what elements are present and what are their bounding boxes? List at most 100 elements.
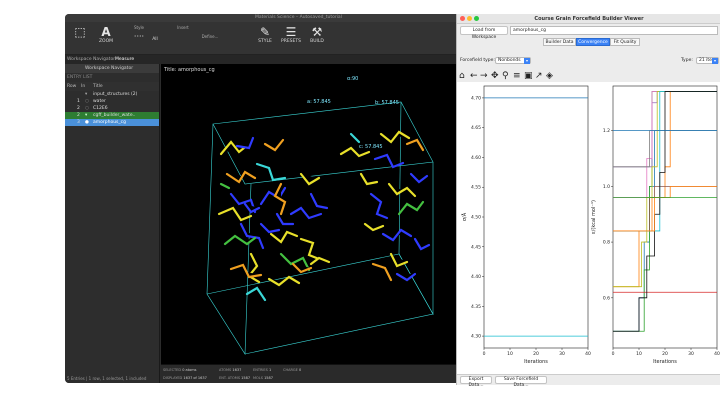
ent-atoms-value: 1587 — [241, 376, 251, 380]
expand-icon: ▾ — [85, 92, 88, 97]
maestro-titlebar: Materials Science – Autosaved_tutorial — [65, 14, 457, 22]
save-figure-icon[interactable]: ▣ — [524, 70, 533, 82]
include-icon[interactable]: ○ — [85, 105, 89, 112]
list-item[interactable]: 2 ○ C12E6 — [65, 105, 159, 112]
maestro-tab-bar: Workspace Navigator Measure — [65, 55, 457, 64]
maestro-title: Materials Science – Autosaved_tutorial — [255, 15, 342, 20]
include-icon[interactable]: ○ — [85, 98, 89, 105]
list-item[interactable]: ▾ input_structures (2) — [65, 91, 159, 98]
x-tick-label: 0 — [612, 351, 615, 357]
viewer-tab-bar: Builder Data Convergence Fit Quality — [457, 38, 720, 47]
cell-box-left — [206, 123, 252, 355]
export-data-button[interactable]: Export Data... — [460, 376, 492, 388]
atoms-label: All — [152, 37, 158, 42]
charge-label: CHARGE — [283, 368, 298, 372]
x-axis-label: Iterations — [524, 359, 548, 365]
tab-measure[interactable]: Measure — [115, 55, 134, 64]
col-title[interactable]: Title — [93, 82, 103, 91]
x-tick-label: 40 — [585, 351, 591, 357]
entry-title: water — [93, 99, 106, 104]
load-row: Load from Workspace amorphous_cg — [457, 25, 720, 40]
selected-label: SELECTED — [163, 368, 182, 372]
zoom-icon[interactable]: ⚲ — [502, 70, 509, 82]
workspace-status-bar: SELECTED 0 atoms DISPLAYED 1637 of 1637 … — [161, 364, 457, 382]
forward-icon[interactable]: → — [480, 70, 488, 82]
tab-workspace-navigator[interactable]: Workspace Navigator — [67, 55, 115, 64]
y-tick-label: 4.65 — [471, 125, 481, 131]
navigator-status: 5 Entries | 1 row, 1 selected, 1 include… — [67, 376, 147, 381]
charge-stat: CHARGE 0 — [283, 368, 301, 372]
ent-atoms-stat: ENT. ATOMS 1587 — [219, 376, 250, 380]
zoom-text-icon: A — [101, 25, 111, 39]
forcefield-type-value: Nonbonds — [498, 58, 521, 63]
entry-row: 2 — [77, 106, 80, 111]
viewer-bottom-bar: Export Data... Save Forcefield Data... — [457, 374, 720, 388]
forcefield-type-label: Forcefield type: — [460, 58, 495, 63]
maestro-window: Materials Science – Autosaved_tutorial ⬚… — [65, 14, 457, 383]
x-tick-label: 10 — [507, 351, 513, 357]
plot-frame — [483, 85, 589, 349]
cell-label-c: c: 57.845 — [359, 144, 383, 150]
y-tick-label: 4.70 — [471, 95, 481, 101]
forcefield-viewer-window: Course Grain Forcefield Builder Viewer L… — [456, 14, 720, 388]
entries-stat: ENTRIES 1 — [253, 368, 271, 372]
charge-value: 0 — [298, 368, 302, 372]
x-tick-label: 20 — [662, 351, 668, 357]
zoom-label: ZOOM — [98, 39, 114, 44]
desktop: Materials Science – Autosaved_tutorial ⬚… — [0, 0, 720, 405]
mols-label: MOLS — [253, 376, 263, 380]
style-button[interactable]: ✎ STYLE — [253, 25, 277, 44]
col-row[interactable]: Row — [67, 82, 76, 91]
tab-builder-data[interactable]: Builder Data — [543, 38, 576, 46]
y-axis-label: σ/Å — [461, 212, 468, 221]
included-icon[interactable]: ● — [85, 119, 89, 126]
presets-button[interactable]: ☰ PRESETS — [279, 25, 303, 44]
tab-convergence[interactable]: Convergence — [576, 38, 610, 46]
edit-axes-icon[interactable]: ↗ — [535, 70, 543, 82]
type-label: Type: — [681, 58, 693, 63]
y-tick-label: 4.35 — [471, 304, 481, 310]
list-item[interactable]: 1 ○ water — [65, 98, 159, 105]
col-in[interactable]: In — [81, 82, 85, 91]
type-select[interactable]: 21 item ▾ — [696, 57, 719, 64]
mols-value: 1587 — [264, 376, 273, 380]
select-tool-button[interactable]: ⬚ — [69, 25, 91, 39]
atoms-stat-value: 1637 — [232, 368, 242, 372]
configure-icon[interactable]: ≡ — [513, 70, 521, 82]
x-axis-label: Iterations — [653, 359, 677, 365]
displayed-stat: DISPLAYED 1637 of 1637 — [163, 376, 207, 380]
insert-label: Insert — [177, 25, 189, 30]
include-icon[interactable]: ▾ — [85, 112, 87, 119]
legend-icon[interactable]: ◈ — [546, 70, 553, 82]
build-button[interactable]: ⚒ BUILD — [305, 25, 329, 44]
insert-button[interactable]: Insert — [169, 25, 197, 30]
save-forcefield-data-button[interactable]: Save Forcefield Data... — [495, 376, 547, 388]
presets-label: PRESETS — [281, 39, 301, 44]
chevron-down-icon: ▾ — [712, 58, 718, 64]
navigator-columns: Row In Title — [65, 82, 159, 91]
load-from-workspace-button[interactable]: Load from Workspace — [460, 26, 508, 40]
define-button[interactable]: Define... — [195, 34, 225, 39]
forcefield-type-select[interactable]: Nonbonds ▾ — [495, 57, 531, 64]
cell-label-a: a: 57.845 — [307, 99, 331, 105]
workspace-viewport[interactable]: a: 57.845 b: 57.845 c: 57.845 α:90 Title… — [161, 64, 457, 382]
y-tick-label: 1.2 — [603, 128, 610, 134]
zoom-button[interactable]: A ZOOM — [95, 25, 117, 44]
entry-title: amorphous_cg — [93, 120, 126, 125]
navigator-filter[interactable]: ENTRY LIST — [65, 73, 159, 82]
back-icon[interactable]: ← — [470, 70, 478, 82]
atoms-selector[interactable]: All — [147, 37, 163, 42]
entry-field[interactable]: amorphous_cg — [510, 26, 718, 35]
tab-fit-quality[interactable]: Fit Quality — [610, 38, 640, 46]
list-item[interactable]: 3 ● amorphous_cg — [65, 119, 159, 126]
styles-label: STYLE — [258, 39, 272, 44]
x-tick-label: 30 — [688, 351, 694, 357]
list-item[interactable]: 2 ▾ cgff_builder_wate.. — [65, 112, 159, 119]
entries-label: ENTRIES — [253, 368, 268, 372]
pan-icon[interactable]: ✥ — [491, 70, 499, 82]
sliders-icon: ☰ — [285, 25, 297, 39]
ent-atoms-label: ENT. ATOMS — [219, 376, 241, 380]
y-tick-label: 4.50 — [471, 215, 481, 221]
y-axis-label: ε/(kcal mol⁻¹) — [591, 200, 597, 234]
home-icon[interactable]: ⌂ — [459, 70, 465, 82]
